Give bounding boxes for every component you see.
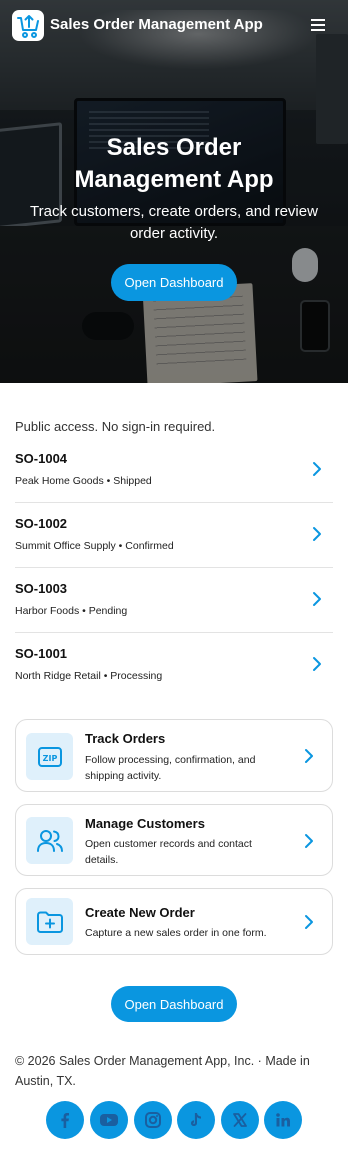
order-meta: North Ridge Retail • Processing — [15, 670, 163, 682]
footer-copyright: © 2026 Sales Order Management App, Inc. … — [15, 1054, 310, 1088]
order-id: SO-1002 — [15, 516, 68, 531]
order-id: SO-1003 — [15, 581, 68, 596]
hero-title: Sales Order Management App — [0, 132, 348, 196]
access-note: Public access. No sign-in required. — [15, 419, 216, 434]
hero-subtitle: Track customers, create orders, and revi… — [30, 203, 318, 242]
cart-upload-icon[interactable] — [12, 10, 44, 41]
linkedin-icon[interactable] — [264, 1101, 302, 1139]
hamburger-menu-icon[interactable] — [308, 15, 328, 35]
feature-card-manage-customers[interactable]: Manage Customers Open customer records a… — [15, 804, 333, 876]
feature-card-create-new-order[interactable]: Create New Order Capture a new sales ord… — [15, 888, 333, 955]
feature-description: Open customer records and contact detail… — [85, 838, 252, 866]
order-id: SO-1004 — [15, 451, 68, 466]
hero-open-dashboard-button[interactable]: Open Dashboard — [111, 264, 237, 301]
feature-title: Track Orders — [85, 731, 166, 746]
hero-banner: Sales Order Management App Sales Order M… — [0, 0, 348, 383]
chevron-right-icon[interactable] — [311, 590, 323, 608]
chevron-right-icon[interactable] — [303, 913, 315, 931]
users-icon — [26, 817, 73, 864]
chevron-right-icon[interactable] — [303, 832, 315, 850]
folder-plus-icon — [26, 898, 73, 945]
feature-description: Follow processing, confirmation, and shi… — [85, 754, 256, 782]
chevron-right-icon[interactable] — [311, 525, 323, 543]
feature-card-track-orders[interactable]: ZIP Track Orders Follow processing, conf… — [15, 719, 333, 792]
hero-title-line-2: Management App — [74, 166, 274, 193]
facebook-icon[interactable] — [46, 1101, 84, 1139]
app-name[interactable]: Sales Order Management App — [50, 16, 263, 33]
order-meta: Peak Home Goods • Shipped — [15, 475, 152, 487]
feature-title: Manage Customers — [85, 816, 205, 831]
order-meta: Summit Office Supply • Confirmed — [15, 540, 174, 552]
chevron-right-icon[interactable] — [303, 747, 315, 765]
feature-description: Capture a new sales order in one form. — [85, 927, 267, 939]
order-row[interactable]: SO-1004 Peak Home Goods • Shipped — [15, 438, 333, 503]
order-row[interactable]: SO-1002 Summit Office Supply • Confirmed — [15, 503, 333, 568]
open-dashboard-button[interactable]: Open Dashboard — [111, 986, 237, 1022]
order-row[interactable]: SO-1001 North Ridge Retail • Processing — [15, 633, 333, 698]
hero-title-line-1: Sales Order — [106, 134, 242, 161]
chevron-right-icon[interactable] — [311, 460, 323, 478]
top-navigation-bar: Sales Order Management App — [0, 0, 348, 50]
tiktok-icon[interactable] — [177, 1101, 215, 1139]
social-links — [46, 1101, 302, 1139]
order-row[interactable]: SO-1003 Harbor Foods • Pending — [15, 568, 333, 633]
x-icon[interactable] — [221, 1101, 259, 1139]
youtube-icon[interactable] — [90, 1101, 128, 1139]
instagram-icon[interactable] — [134, 1101, 172, 1139]
order-list: SO-1004 Peak Home Goods • Shipped SO-100… — [15, 438, 333, 698]
order-id: SO-1001 — [15, 646, 68, 661]
svg-text:ZIP: ZIP — [42, 754, 57, 763]
feature-title: Create New Order — [85, 905, 195, 920]
zip-box-icon: ZIP — [26, 733, 73, 780]
order-meta: Harbor Foods • Pending — [15, 605, 128, 617]
chevron-right-icon[interactable] — [311, 655, 323, 673]
